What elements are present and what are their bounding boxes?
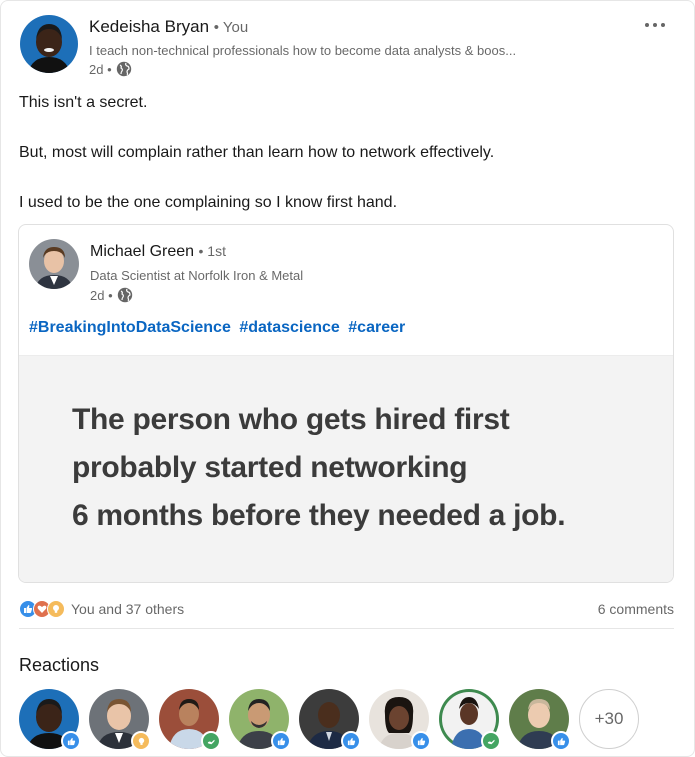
hashtags: #BreakingIntoDataScience #datascience #c… [29,319,409,337]
reactor-avatar[interactable] [509,689,571,751]
hashtag-link[interactable]: #datascience [239,319,340,336]
insightful-icon [131,731,151,751]
you-label: • You [213,19,249,36]
shared-author-avatar[interactable] [29,239,79,289]
author-meta: 2d • [89,61,132,77]
more-dot [661,23,665,27]
social-counts: You and 37 others 6 comments [19,597,674,621]
reactor-avatar[interactable] [299,689,361,751]
shared-author-name[interactable]: Michael Green • 1st [90,243,226,261]
post-line: I used to be the one complaining so I kn… [19,194,398,211]
image-quote: The person who gets hired first probably… [72,396,566,540]
shared-image[interactable]: The person who gets hired first probably… [19,355,673,582]
more-options-button[interactable] [640,15,670,35]
author-headline: I teach non-technical professionals how … [89,43,517,58]
more-dot [645,23,649,27]
author-name-text[interactable]: Kedeisha Bryan [89,17,209,36]
shared-meta: 2d • [90,287,133,303]
shared-post[interactable]: Michael Green • 1st Data Scientist at No… [18,224,674,583]
reactions-summary[interactable]: You and 37 others [19,600,184,618]
shared-post-time: 2d • [90,287,113,303]
post-card: Kedeisha Bryan • You I teach non-technic… [0,0,695,757]
author-name[interactable]: Kedeisha Bryan • You [89,17,248,37]
reactor-avatar[interactable] [89,689,151,751]
shared-author-name-text[interactable]: Michael Green [90,243,194,260]
post-text: This isn't a secret. But, most will comp… [19,93,669,243]
hashtag-link[interactable]: #career [348,319,405,336]
like-icon [271,731,291,751]
reactor-avatar[interactable] [229,689,291,751]
hashtag-link[interactable]: #BreakingIntoDataScience [29,319,231,336]
quote-line: The person who gets hired first [72,403,510,436]
globe-icon [117,287,132,303]
reactor-avatar[interactable] [159,689,221,751]
reactor-avatar[interactable] [369,689,431,751]
reactor-avatar[interactable] [19,689,81,751]
support-icon [201,731,221,751]
post-time: 2d • [89,61,112,77]
post-line: But, most will complain rather than lear… [19,144,495,161]
connection-degree: • 1st [198,243,226,259]
shared-author-headline: Data Scientist at Norfolk Iron & Metal [90,268,304,283]
like-icon [551,731,571,751]
reactions-title: Reactions [19,655,100,675]
post-line: This isn't a secret. [19,94,148,111]
more-dot [653,23,657,27]
like-icon [411,731,431,751]
reactors-list: +30 [19,689,639,751]
more-reactors-button[interactable]: +30 [579,689,639,749]
insightful-icon [47,600,65,618]
reactor-avatar[interactable] [439,689,501,751]
quote-line: probably started networking [72,451,468,484]
reactions-count[interactable]: You and 37 others [71,601,184,617]
divider [19,628,674,629]
globe-icon [116,61,131,77]
quote-line: 6 months before they needed a job. [72,499,566,532]
like-icon [341,731,361,751]
author-avatar[interactable] [20,15,78,73]
support-icon [481,731,501,751]
like-icon [61,731,81,751]
comments-count[interactable]: 6 comments [598,601,674,617]
